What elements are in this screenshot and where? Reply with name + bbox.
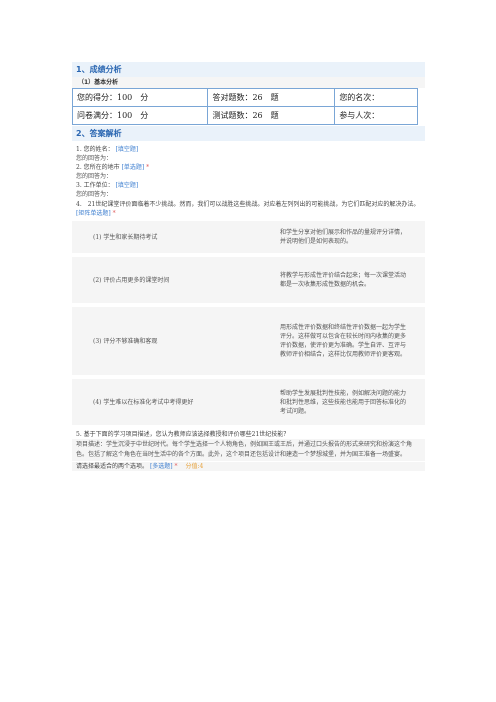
matrix-table: (1) 学生和家长期待考试 和学生分享对他们展示和作品的量规评分详情，并说明他们… (72, 221, 425, 425)
matrix-row-answer: 将教学与形成性评价结合起来；每一次课堂活动都是一次收集形成性数据的机会。 (244, 257, 425, 303)
required-star: * (112, 210, 116, 217)
question-type-tag[interactable]: [填空题] (116, 146, 139, 153)
answer-line: 您的回答为： (76, 191, 113, 198)
question-count-cell: 测试题数：26 题 (207, 106, 336, 125)
question-type-tag[interactable]: [多选题] (150, 463, 173, 470)
question-text: 3. 工作单位： (76, 182, 114, 189)
score-value: 分值:4 (185, 463, 204, 470)
full-score-cell: 问卷满分：100 分 (71, 106, 209, 125)
question-type-tag[interactable]: [填空题] (116, 182, 139, 189)
matrix-row: (4) 学生难以在标准化考试中考得更好 帮助学生发展批判性技能，例如解决问题的能… (72, 379, 425, 425)
your-score-cell: 您的得分：100 分 (71, 88, 209, 107)
correct-count-cell: 答对题数：26 题 (207, 88, 336, 107)
matrix-row-label: (4) 学生难以在标准化考试中考得更好 (72, 379, 244, 425)
required-star: * (174, 463, 178, 470)
answer-line: 您的回答为： (76, 155, 113, 162)
matrix-row: (3) 评分不够准确和客观 用形成性评价数据和终结性评价数据一起为学生评分。这样… (72, 307, 425, 375)
your-rank-cell: 您的名次： (334, 88, 418, 107)
matrix-row-answer: 帮助学生发展批判性技能，例如解决问题的能力和批判性思维，这些技能也能用于回答标准… (244, 379, 425, 425)
question-text: 2. 您所在的地市 (76, 164, 120, 171)
question-1: 1. 您的姓名： [填空题] (72, 145, 425, 154)
required-star: * (146, 164, 150, 171)
subsection-title-basic-analysis: （1）基本分析 (72, 77, 425, 88)
question-text: 4. 21世纪课堂评价面临着不少挑战。然而，我们可以战胜这些挑战。对应着左列列出… (76, 201, 420, 208)
section-title-answer-analysis: 2、答案解析 (72, 126, 425, 141)
project-description: 项目描述：学生沉浸于中世纪时代。每个学生选择一个人物角色，例如国王或王后，并通过… (72, 439, 425, 461)
participant-count-cell: 参与人次： (334, 106, 418, 125)
question-type-tag[interactable]: [单选题] (122, 164, 145, 171)
matrix-row-answer: 和学生分享对他们展示和作品的量规评分详情，并说明他们是如何表现的。 (244, 221, 425, 253)
matrix-row-label: (1) 学生和家长期待考试 (72, 221, 244, 253)
matrix-row-label: (3) 评分不够准确和客观 (72, 307, 244, 375)
question-5: 5. 基于下面的学习项目描述，您认为教师应该选择教授和评价哪些21世纪技能？ (72, 430, 425, 439)
section-title-score-analysis: 1、成绩分析 (72, 62, 425, 77)
matrix-row-label: (2) 评价占用更多的课堂时间 (72, 257, 244, 303)
question-3: 3. 工作单位： [填空题] (72, 181, 425, 190)
question-text: 1. 您的姓名： (76, 146, 114, 153)
table-row: 您的得分：100 分 答对题数：26 题 您的名次： (71, 88, 418, 107)
question-text: 5. 基于下面的学习项目描述，您认为教师应该选择教授和评价哪些21世纪技能？ (76, 431, 290, 438)
question-type-tag[interactable]: [矩阵单选题] (76, 210, 111, 217)
question-5-prompt: 请选择最适合的两个选项。 [多选题] * 分值:4 (72, 462, 425, 471)
matrix-row: (1) 学生和家长期待考试 和学生分享对他们展示和作品的量规评分详情，并说明他们… (72, 221, 425, 253)
question-prompt: 请选择最适合的两个选项。 (76, 463, 149, 470)
report-page: 1、成绩分析 （1）基本分析 您的得分：100 分 答对题数：26 题 您的名次… (71, 62, 425, 471)
matrix-row-answer: 用形成性评价数据和终结性评价数据一起为学生评分。这样做可以包含在较长时间内收集的… (244, 307, 425, 375)
question-4: 4. 21世纪课堂评价面临着不少挑战。然而，我们可以战胜这些挑战。对应着左列列出… (72, 200, 425, 218)
answer-line: 您的回答为： (76, 173, 113, 180)
table-row: 问卷满分：100 分 测试题数：26 题 参与人次： (71, 106, 418, 125)
question-2: 2. 您所在的地市 [单选题] * (72, 163, 425, 172)
matrix-row: (2) 评价占用更多的课堂时间 将教学与形成性评价结合起来；每一次课堂活动都是一… (72, 257, 425, 303)
score-summary-table: 您的得分：100 分 答对题数：26 题 您的名次： 问卷满分：100 分 测试… (71, 88, 418, 125)
